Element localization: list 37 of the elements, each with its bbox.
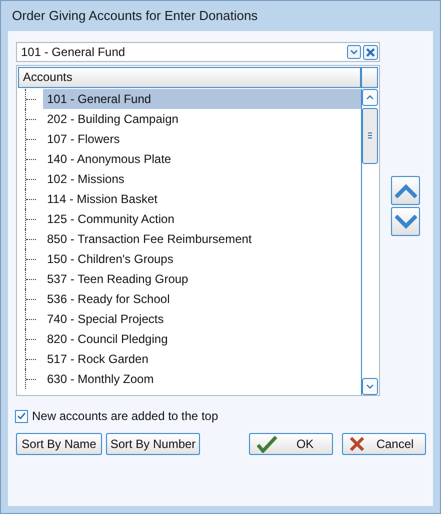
- tree-item[interactable]: 850 - Transaction Fee Reimbursement: [43, 229, 361, 249]
- chevron-down-icon: [394, 214, 416, 228]
- account-combo[interactable]: 101 - General Fund: [16, 42, 380, 62]
- tree-item[interactable]: 140 - Anonymous Plate: [43, 149, 361, 169]
- tree-item[interactable]: 536 - Ready for School: [43, 289, 361, 309]
- checkbox[interactable]: [15, 410, 28, 422]
- tree-item[interactable]: 537 - Teen Reading Group: [43, 269, 361, 289]
- header-corner: [361, 67, 378, 88]
- tree-item[interactable]: 202 - Building Campaign: [43, 109, 361, 129]
- tree-item[interactable]: 740 - Special Projects: [43, 309, 361, 329]
- dropdown-icon[interactable]: [347, 45, 361, 59]
- tree-item[interactable]: 125 - Community Action: [43, 209, 361, 229]
- tree-item[interactable]: 630 - Monthly Zoom: [43, 369, 361, 389]
- move-down-button[interactable]: [391, 207, 420, 236]
- checkmark-icon: [256, 435, 278, 453]
- move-up-button[interactable]: [391, 176, 420, 205]
- column-header[interactable]: Accounts: [18, 67, 361, 88]
- cross-icon: [349, 436, 365, 452]
- scroll-thumb[interactable]: [362, 108, 378, 164]
- cancel-button[interactable]: Cancel: [342, 433, 426, 455]
- tree-item[interactable]: 102 - Missions: [43, 169, 361, 189]
- chevron-up-icon: [394, 184, 416, 198]
- scroll-up-icon[interactable]: [362, 89, 378, 106]
- tree-item[interactable]: 101 - General Fund: [43, 89, 361, 109]
- sort-button[interactable]: Sort By Number: [106, 433, 200, 455]
- ok-button[interactable]: OK: [249, 433, 333, 455]
- tree-item[interactable]: 114 - Mission Basket: [43, 189, 361, 209]
- tree-item[interactable]: 820 - Council Pledging: [43, 329, 361, 349]
- sort-button[interactable]: Sort By Name: [16, 433, 102, 455]
- tree-item[interactable]: 517 - Rock Garden: [43, 349, 361, 369]
- window-title: Order Giving Accounts for Enter Donations: [11, 7, 259, 25]
- tree-item[interactable]: 107 - Flowers: [43, 129, 361, 149]
- scrollbar[interactable]: [361, 89, 378, 395]
- tree-item[interactable]: 150 - Children's Groups: [43, 249, 361, 269]
- checkbox-label: New accounts are added to the top: [32, 408, 218, 425]
- scroll-down-icon[interactable]: [362, 378, 378, 395]
- clear-icon[interactable]: [363, 44, 378, 60]
